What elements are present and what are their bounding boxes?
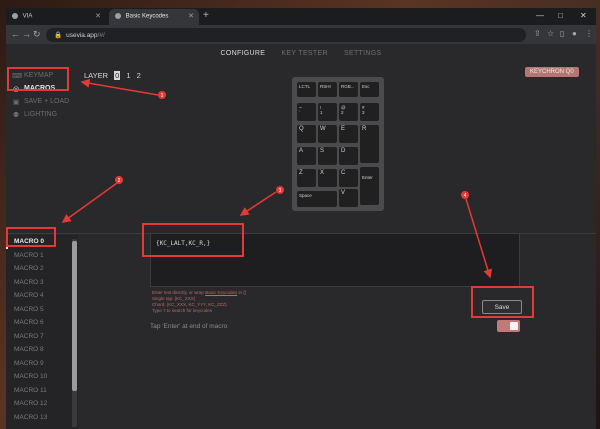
key-s[interactable]: S	[318, 147, 337, 165]
browser-window: VIA ✕ Basic Keycodes ✕ + — □ ✕ ← → ↻ 🔒 us…	[6, 8, 596, 429]
keypad-layout: LCTL RSHI RGB... Esc ~ ` ! 1 @ 2 # 3 Q W…	[292, 77, 384, 211]
key-rgb[interactable]: RGB...	[339, 82, 358, 97]
sidebar-icon[interactable]: ▯	[560, 29, 564, 38]
key-space[interactable]: Space	[297, 191, 337, 207]
macro-item[interactable]: MACRO 8	[6, 343, 78, 357]
macro-list: MACRO 0 MACRO 1 MACRO 2 MACRO 3 MACRO 4 MACRO…	[6, 235, 78, 429]
key-a[interactable]: A	[297, 147, 316, 165]
key-v[interactable]: V	[339, 189, 358, 207]
layer-label: LAYER	[84, 71, 109, 80]
close-window-button[interactable]: ✕	[580, 11, 587, 20]
nav-save-load[interactable]: ▣ SAVE + LOAD	[12, 95, 70, 108]
macro-item[interactable]: MACRO 9	[6, 357, 78, 371]
key-rshi[interactable]: RSHI	[318, 82, 337, 97]
key-q[interactable]: Q	[297, 125, 316, 143]
tab-close-icon[interactable]: ✕	[95, 12, 101, 20]
macro-list-scroll-thumb[interactable]	[72, 241, 77, 391]
minimize-button[interactable]: —	[536, 11, 544, 20]
nav-label: LIGHTING	[24, 111, 58, 118]
tab-configure[interactable]: CONFIGURE	[221, 50, 266, 57]
address-bar[interactable]: 🔒 usevia.app/#/	[46, 28, 526, 42]
tab-bar: VIA ✕ Basic Keycodes ✕ + — □ ✕	[6, 8, 596, 25]
key-x[interactable]: X	[318, 169, 337, 187]
key-grave[interactable]: ~ `	[297, 103, 316, 121]
hint-line-1: Enter text directly, or wrap	[152, 290, 206, 295]
macro-icon: ◎	[12, 85, 20, 93]
macro-item[interactable]: MACRO 4	[6, 289, 78, 303]
macro-item[interactable]: MACRO 10	[6, 370, 78, 384]
macro-item[interactable]: MACRO 11	[6, 384, 78, 398]
key-enter[interactable]: Enter	[360, 167, 379, 205]
key-w[interactable]: W	[318, 125, 337, 143]
tab-title: Basic Keycodes	[125, 13, 169, 20]
hint-line-1-suffix: in {}	[237, 290, 247, 295]
back-icon[interactable]: ←	[11, 29, 20, 39]
new-tab-button[interactable]: +	[203, 10, 209, 21]
bulb-icon: ⚉	[12, 111, 20, 119]
tab-via[interactable]: VIA ✕	[6, 9, 106, 25]
key-c[interactable]: C	[339, 169, 358, 187]
toggle-knob	[510, 322, 518, 330]
reload-icon[interactable]: ↻	[33, 29, 41, 40]
url-host: usevia.app	[66, 32, 98, 39]
tap-enter-toggle[interactable]	[497, 320, 520, 332]
forward-icon[interactable]: →	[22, 29, 31, 39]
macro-item[interactable]: MACRO 0	[6, 235, 78, 249]
tab-settings[interactable]: SETTINGS	[344, 50, 381, 57]
top-nav: CONFIGURE KEY TESTER SETTINGS	[6, 50, 596, 57]
layer-option-2[interactable]: 2	[137, 71, 141, 80]
hint-line-4: Type ? to search for keycodes	[152, 308, 213, 313]
macro-item[interactable]: MACRO 13	[6, 411, 78, 425]
via-favicon-icon	[12, 13, 18, 19]
key-z[interactable]: Z	[297, 169, 316, 187]
page-favicon-icon	[115, 13, 121, 19]
share-icon[interactable]: ⇪	[534, 29, 541, 38]
tab-basic-keycodes[interactable]: Basic Keycodes ✕	[109, 9, 199, 25]
nav-macros[interactable]: ◎ MACROS	[12, 82, 69, 95]
via-app: CONFIGURE KEY TESTER SETTINGS LAYER 0 1 …	[6, 45, 596, 429]
bookmark-star-icon[interactable]: ☆	[547, 29, 554, 38]
basic-keycodes-link[interactable]: Basic Keycodes	[205, 290, 237, 295]
macro-item[interactable]: MACRO 6	[6, 316, 78, 330]
left-nav: ⌨ KEYMAP ◎ MACROS ▣ SAVE + LOAD ⚉ LIGHTI…	[12, 69, 69, 121]
key-e[interactable]: E	[339, 125, 358, 143]
key-lctl[interactable]: LCTL	[297, 82, 316, 97]
macro-item[interactable]: MACRO 3	[6, 276, 78, 290]
nav-label: SAVE + LOAD	[24, 98, 70, 105]
macro-item[interactable]: MACRO 2	[6, 262, 78, 276]
key-d[interactable]: D	[339, 147, 358, 165]
url-path: /#/	[97, 32, 105, 39]
profile-icon[interactable]: ●	[572, 29, 577, 38]
menu-kebab-icon[interactable]: ⋮	[585, 29, 593, 38]
address-toolbar: ← → ↻ 🔒 usevia.app/#/ ⇪ ☆ ▯ ● ⋮	[6, 25, 596, 45]
lock-icon: 🔒	[54, 32, 63, 39]
layer-option-1[interactable]: 1	[126, 71, 130, 80]
save-icon: ▣	[12, 98, 20, 106]
key-2[interactable]: @ 2	[339, 103, 358, 121]
macro-item[interactable]: MACRO 5	[6, 303, 78, 317]
keyboard-select-button[interactable]: KEYCHRON Q0	[525, 67, 579, 77]
key-esc[interactable]: Esc	[360, 82, 379, 97]
key-1[interactable]: ! 1	[318, 103, 337, 121]
tab-key-tester[interactable]: KEY TESTER	[281, 50, 327, 57]
macro-text-editor[interactable]: {KC_LALT,KC_R,}	[150, 233, 520, 287]
tap-enter-label: Tap 'Enter' at end of macro	[150, 323, 228, 330]
keyboard-icon: ⌨	[12, 72, 23, 80]
key-r[interactable]: R	[360, 125, 379, 163]
nav-lighting[interactable]: ⚉ LIGHTING	[12, 108, 69, 121]
layer-option-0[interactable]: 0	[114, 71, 121, 80]
key-3[interactable]: # 3	[360, 103, 379, 121]
maximize-button[interactable]: □	[558, 11, 563, 20]
layer-selector: LAYER 0 1 2	[84, 71, 141, 80]
nav-keymap[interactable]: ⌨ KEYMAP	[12, 69, 69, 82]
macro-item[interactable]: MACRO 1	[6, 249, 78, 263]
tab-title: VIA	[22, 13, 33, 20]
nav-label: MACROS	[24, 85, 56, 92]
macro-item[interactable]: MACRO 7	[6, 330, 78, 344]
nav-label: KEYMAP	[24, 72, 54, 79]
macro-item[interactable]: MACRO 12	[6, 397, 78, 411]
tab-close-icon[interactable]: ✕	[188, 12, 194, 20]
macro-hints: Enter text directly, or wrap Basic Keyco…	[152, 290, 246, 314]
save-button[interactable]: Save	[482, 300, 522, 314]
